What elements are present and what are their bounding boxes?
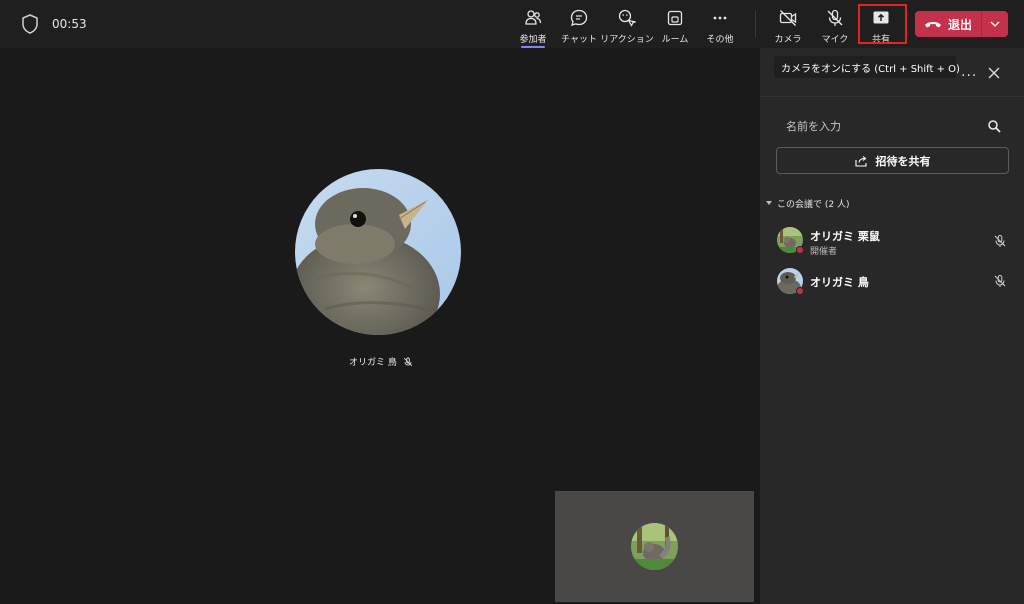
- reactions-button[interactable]: リアクション: [600, 6, 654, 46]
- mic-button[interactable]: マイク: [820, 6, 850, 46]
- close-icon[interactable]: [987, 66, 1001, 80]
- share-icon: [854, 155, 867, 167]
- rooms-button[interactable]: ルーム: [660, 6, 690, 46]
- search-input[interactable]: 名前を入力: [786, 118, 841, 134]
- participant-row[interactable]: オリガミ 栗鼠 開催者: [777, 227, 1017, 257]
- share-invite-button[interactable]: 招待を共有: [776, 147, 1009, 174]
- in-meeting-section-header[interactable]: この会議で (2 人): [766, 197, 849, 210]
- shield-icon[interactable]: [21, 14, 39, 34]
- mic-off-icon: [994, 275, 1006, 287]
- bird-photo: [295, 169, 461, 335]
- camera-off-icon: [779, 10, 797, 26]
- participants-button[interactable]: 参加者: [515, 6, 551, 48]
- participant-name: オリガミ 栗鼠: [810, 230, 880, 243]
- leave-options-button[interactable]: [982, 11, 1008, 37]
- self-view-tile[interactable]: [555, 491, 754, 602]
- speaker-name-tag: オリガミ 鳥: [349, 355, 413, 368]
- leave-control: 退出: [915, 11, 1008, 37]
- chevron-down-icon: [990, 21, 1000, 27]
- chat-label: チャット: [561, 35, 597, 45]
- mic-off-icon: [403, 357, 412, 366]
- camera-label: カメラ: [774, 35, 802, 45]
- status-badge: [796, 287, 804, 295]
- squirrel-photo: [631, 523, 678, 570]
- participant-row[interactable]: オリガミ 鳥: [777, 268, 1017, 298]
- reactions-label: リアクション: [600, 35, 654, 45]
- call-timer: 00:53: [52, 17, 87, 31]
- leave-label: 退出: [947, 17, 972, 32]
- more-button[interactable]: その他: [704, 6, 736, 46]
- self-avatar-squirrel: [631, 523, 678, 570]
- camera-tooltip: カメラをオンにする (Ctrl + Shift + O): [774, 56, 960, 78]
- chat-button[interactable]: チャット: [561, 6, 597, 46]
- rooms-label: ルーム: [661, 35, 689, 45]
- participant-role: 開催者: [810, 247, 838, 257]
- chat-icon: [570, 9, 588, 26]
- speaker-name: オリガミ 鳥: [349, 358, 397, 368]
- panel-divider: [760, 96, 1024, 97]
- share-highlight-box: [858, 4, 907, 44]
- hang-up-icon: [924, 22, 941, 28]
- breakout-room-icon: [667, 10, 683, 26]
- participant-avatar-bird: [295, 169, 461, 335]
- panel-more-button[interactable]: ...: [961, 64, 977, 80]
- toolbar-divider: [755, 11, 756, 37]
- search-icon[interactable]: [987, 119, 1001, 133]
- participant-name: オリガミ 鳥: [810, 276, 869, 289]
- participants-label: 参加者: [519, 35, 547, 45]
- caret-down-icon: [766, 201, 772, 205]
- section-label: この会議で (2 人): [777, 200, 850, 210]
- camera-button[interactable]: カメラ: [773, 6, 803, 46]
- invite-label: 招待を共有: [875, 154, 931, 168]
- leave-button[interactable]: 退出: [915, 11, 981, 37]
- status-badge: [796, 246, 804, 254]
- more-icon: [713, 16, 727, 20]
- more-label: その他: [706, 35, 734, 45]
- mic-label: マイク: [821, 35, 849, 45]
- people-icon: [525, 10, 542, 25]
- reaction-icon: [618, 9, 636, 27]
- mic-off-icon: [994, 235, 1006, 247]
- video-stage: オリガミ 鳥: [0, 48, 758, 604]
- mic-off-icon: [827, 9, 843, 26]
- meeting-toolbar: 00:53 参加者 チャット リアクション ルーム その他 カメラ マイク 共有…: [0, 0, 1024, 48]
